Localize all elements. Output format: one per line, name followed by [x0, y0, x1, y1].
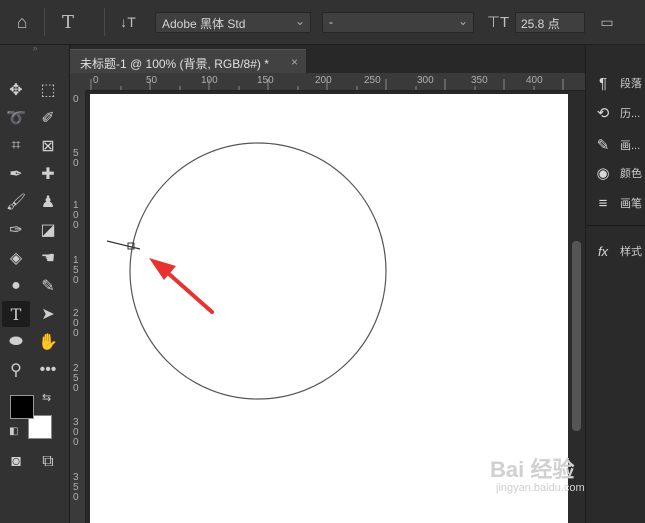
scrollbar-thumb[interactable] — [572, 241, 581, 431]
ruler-label: 0 — [73, 94, 79, 105]
color-palette-icon: ◉ — [596, 165, 610, 182]
panel-label: 画笔 — [620, 198, 642, 210]
font-family-value: Adobe 黑体 Std — [162, 17, 246, 31]
clone-stamp-tool-icon[interactable]: ♟ — [34, 189, 62, 215]
crop-tool-icon[interactable]: ⌗ — [2, 133, 30, 159]
eyedropper-tool-icon[interactable]: ✒ — [2, 161, 30, 187]
ruler-label: 3 0 0 — [73, 417, 79, 448]
path-selection-tool-icon[interactable]: ➤ — [34, 301, 62, 327]
watermark: Bai 经验 jingyan.baidu.com — [490, 452, 620, 502]
chevron-down-icon: ⌄ — [294, 14, 305, 28]
panel-paragraph[interactable]: ¶ 段落 — [592, 69, 645, 97]
ellipse-tool-icon[interactable]: ⬬ — [2, 329, 30, 355]
history-brush-tool-icon[interactable]: ✑ — [2, 217, 30, 243]
chevron-down-icon: ⌄ — [457, 14, 468, 28]
paint-bucket-tool-icon[interactable]: ◈ — [2, 245, 30, 271]
panel-label: 历... — [620, 108, 641, 120]
panel-brush-settings[interactable]: ✎ 画... — [592, 131, 645, 159]
zoom-tool-icon[interactable]: ⚲ — [2, 357, 30, 383]
lasso-tool-icon[interactable]: ➰ — [2, 105, 30, 131]
ruler-label: 100 — [201, 75, 218, 86]
more-tools-icon[interactable]: ••• — [34, 357, 62, 383]
ruler-label: 200 — [315, 75, 332, 86]
frame-tool-icon[interactable]: ⊠ — [34, 133, 62, 159]
divider — [104, 8, 105, 36]
quick-select-tool-icon[interactable]: ✐ — [34, 105, 62, 131]
ruler-label: 2 0 0 — [73, 308, 79, 339]
panel-label: 样式 — [620, 246, 642, 258]
horizontal-ruler-ticks — [90, 79, 564, 90]
document-tab-title: 未标题-1 @ 100% (背景, RGB/8#) * — [80, 57, 269, 71]
foreground-color-swatch[interactable] — [10, 395, 34, 419]
type-tool-icon[interactable]: T — [2, 301, 30, 327]
font-style-value: - — [329, 15, 333, 29]
ruler-label: 1 5 0 — [73, 255, 79, 286]
brush-tool-icon[interactable]: 🖌 — [2, 189, 30, 215]
ruler-label: 350 — [471, 75, 488, 86]
healing-brush-tool-icon[interactable]: ✚ — [34, 161, 62, 187]
panel-grip[interactable]: » — [0, 44, 70, 53]
text-cursor-line — [106, 240, 141, 250]
fx-icon: fx — [597, 243, 609, 259]
history-icon: ⟲ — [596, 105, 610, 122]
close-icon[interactable]: × — [291, 55, 298, 69]
panel-divider — [586, 225, 645, 226]
panel-label: 颜色 — [620, 168, 642, 180]
dodge-tool-icon[interactable]: ● — [2, 273, 30, 299]
pen-tool-icon[interactable]: ✎ — [34, 273, 62, 299]
document-tab-bar: 未标题-1 @ 100% (背景, RGB/8#) * × — [70, 45, 585, 75]
font-size-field[interactable]: 25.8 点 — [515, 12, 585, 33]
divider — [44, 8, 45, 36]
marquee-tool-icon[interactable]: ⬚ — [34, 77, 62, 103]
brushes-icon: ≡ — [598, 194, 608, 212]
document-tab[interactable]: 未标题-1 @ 100% (背景, RGB/8#) * × — [70, 49, 306, 75]
toggle-text-orientation-icon[interactable]: ↓T — [114, 8, 142, 36]
ruler-label: 0 — [93, 75, 99, 86]
font-size-icon: ⊤T — [486, 14, 510, 31]
align-left-icon[interactable]: ▭ — [593, 8, 621, 36]
font-family-select[interactable]: Adobe 黑体 Std ⌄ — [155, 12, 311, 33]
ruler-label: 50 — [146, 75, 158, 86]
panel-label: 画... — [620, 140, 641, 152]
watermark-brand: Bai 经验 — [490, 457, 575, 482]
ruler-label: 3 5 0 — [73, 472, 79, 503]
font-style-select[interactable]: - ⌄ — [322, 12, 474, 33]
ruler-label: 2 5 0 — [73, 363, 79, 394]
ruler-label: 150 — [257, 75, 274, 86]
annotation-arrow — [149, 258, 214, 314]
ruler-origin[interactable] — [70, 73, 86, 91]
brush-settings-icon: ✎ — [596, 137, 610, 154]
hand-tool-icon[interactable]: ✋ — [34, 329, 62, 355]
ruler-label: 1 0 0 — [73, 200, 79, 231]
vertical-ruler[interactable]: 0 5 0 1 0 0 1 5 0 2 0 0 2 5 0 3 0 0 3 5 … — [70, 91, 86, 523]
ruler-label: 400 — [526, 75, 543, 86]
ruler-label: 250 — [364, 75, 381, 86]
tools-panel: » ✥ ⬚ ➰ ✐ ⌗ ⊠ ✒ ✚ 🖌 ♟ ✑ ◪ ◈ ☚ ● ✎ T ➤ ⬬ … — [0, 44, 70, 523]
panel-label: 段落 — [620, 78, 642, 90]
font-size-value: 25.8 点 — [521, 17, 560, 31]
move-tool-icon[interactable]: ✥ — [2, 77, 30, 103]
horizontal-ruler[interactable]: 0 50 100 150 200 250 300 350 400 — [86, 73, 585, 91]
screen-mode-icon[interactable]: ⧉ — [34, 449, 62, 475]
panel-brushes[interactable]: ≡ 画笔 — [592, 189, 645, 217]
default-colors-icon[interactable]: ◧ — [9, 426, 18, 437]
ruler-label: 300 — [417, 75, 434, 86]
text-tool-preset-icon[interactable]: T — [54, 8, 82, 36]
eraser-tool-icon[interactable]: ◪ — [34, 217, 62, 243]
paragraph-icon: ¶ — [598, 74, 608, 92]
quick-mask-icon[interactable]: ◙ — [2, 449, 30, 475]
panel-history[interactable]: ⟲ 历... — [592, 99, 645, 127]
smudge-tool-icon[interactable]: ☚ — [34, 245, 62, 271]
ruler-label: 5 0 — [73, 148, 79, 169]
options-bar: ⌂ T ↓T Adobe 黑体 Std ⌄ - ⌄ ⊤T 25.8 点 ▭ — [0, 0, 645, 45]
swap-colors-icon[interactable]: ⇆ — [42, 391, 51, 404]
panel-styles[interactable]: fx 样式 — [592, 237, 645, 265]
panel-color[interactable]: ◉ 颜色 — [592, 159, 645, 187]
watermark-url: jingyan.baidu.com — [496, 482, 585, 494]
home-icon[interactable]: ⌂ — [8, 8, 36, 36]
